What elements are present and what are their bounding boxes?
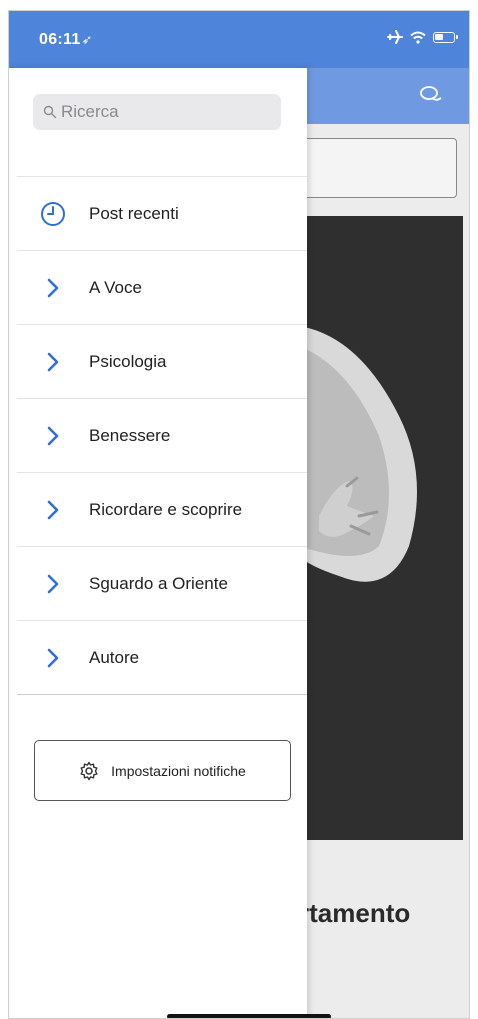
- phone-frame: 06:11➶ ge rtamento Ricerc: [8, 10, 470, 1019]
- menu-item-label: Sguardo a Oriente: [89, 573, 228, 593]
- menu-item-ricordare-e-scoprire[interactable]: Ricordare e scoprire: [17, 473, 307, 547]
- menu-item-label: Post recenti: [89, 203, 179, 223]
- menu-item-a-voce[interactable]: A Voce: [17, 251, 307, 325]
- status-time-text: 06:11: [39, 31, 81, 48]
- chevron-right-icon: [17, 500, 89, 520]
- status-icons: [387, 30, 458, 44]
- notification-settings-button[interactable]: Impostazioni notifiche: [34, 740, 291, 801]
- status-bar: 06:11➶: [9, 11, 469, 68]
- article-photo-illustration: [299, 216, 463, 840]
- menu-item-psicologia[interactable]: Psicologia: [17, 325, 307, 399]
- menu-item-benessere[interactable]: Benessere: [17, 399, 307, 473]
- chevron-right-icon: [17, 278, 89, 298]
- menu-item-label: Benessere: [89, 425, 171, 445]
- search-placeholder: Ricerca: [61, 102, 119, 121]
- background-article-image[interactable]: [299, 216, 463, 840]
- drawer-menu: Post recenti A Voce Psicologia Benessere: [17, 176, 307, 695]
- chevron-right-icon: [17, 574, 89, 594]
- menu-item-autore[interactable]: Autore: [17, 621, 307, 695]
- side-drawer: Ricerca Post recenti A Voce Psicologia B…: [9, 68, 307, 1018]
- location-arrow-icon: ➶: [81, 32, 93, 47]
- chevron-right-icon: [17, 426, 89, 446]
- chevron-right-icon: [17, 352, 89, 372]
- notification-settings-label: Impostazioni notifiche: [111, 762, 246, 779]
- search-input[interactable]: Ricerca: [33, 94, 281, 130]
- menu-item-label: A Voce: [89, 277, 142, 297]
- menu-item-sguardo-a-oriente[interactable]: Sguardo a Oriente: [17, 547, 307, 621]
- chevron-right-icon: [17, 648, 89, 668]
- menu-item-label: Ricordare e scoprire: [89, 499, 243, 519]
- menu-item-label: Psicologia: [89, 351, 167, 371]
- battery-icon: [433, 31, 458, 43]
- background-article-title: rtamento: [299, 898, 411, 928]
- menu-item-label: Autore: [89, 647, 140, 667]
- status-time: 06:11➶: [39, 31, 93, 49]
- airplane-icon: [387, 30, 403, 44]
- home-indicator: [167, 1014, 331, 1018]
- search-icon: [43, 105, 57, 119]
- wifi-icon: [410, 31, 426, 44]
- clock-icon: [17, 201, 89, 227]
- gear-icon: [80, 761, 98, 780]
- menu-item-post-recenti[interactable]: Post recenti: [17, 177, 307, 251]
- chat-icon[interactable]: [419, 84, 443, 106]
